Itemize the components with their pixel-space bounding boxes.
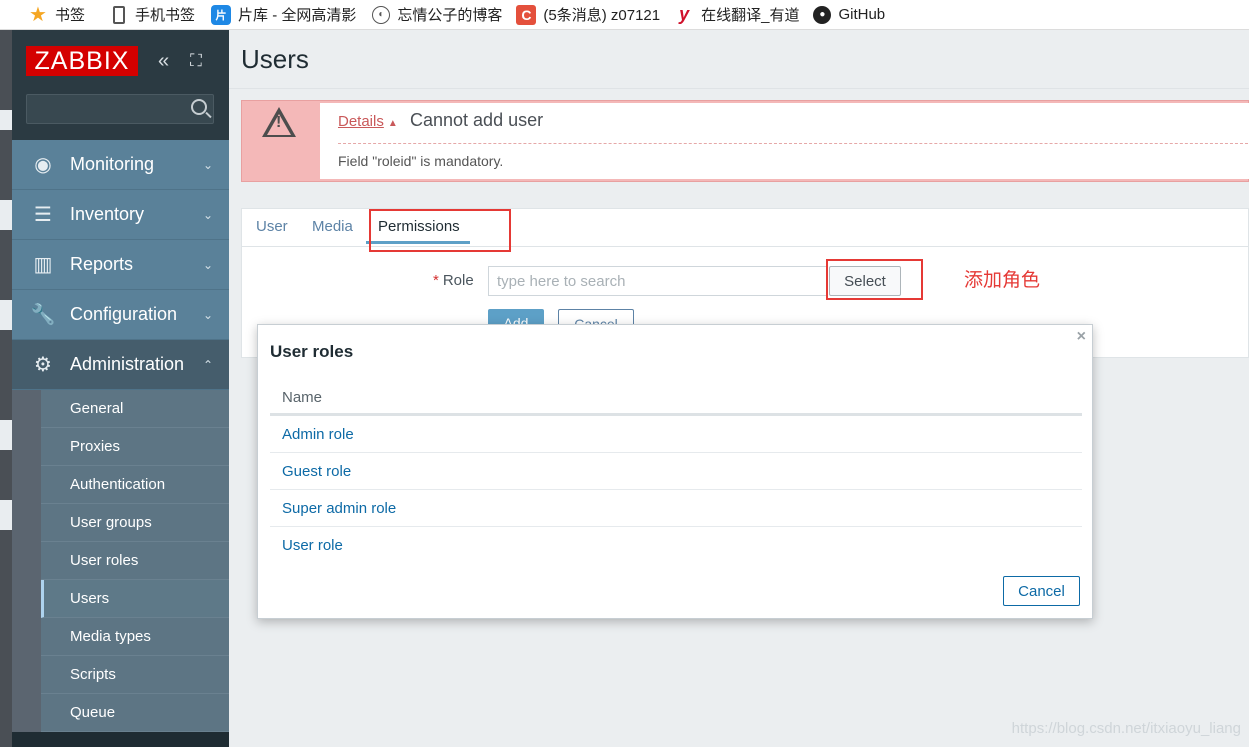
divider <box>338 143 1248 144</box>
menu-label: Monitoring <box>70 154 155 174</box>
csdn-icon: C <box>516 4 537 25</box>
submenu-media-types[interactable]: Media types <box>41 618 229 656</box>
bookmarks-bar: ★ 书签 手机书签 片 片库 - 全网高清影 ◐ 忘情公子的博客 C (5条消息… <box>0 0 1249 30</box>
chevron-down-icon: ⌄ <box>202 207 213 222</box>
menu-label: Inventory <box>70 204 145 224</box>
submenu-users[interactable]: Users <box>41 580 229 618</box>
watermark: https://blog.csdn.net/itxiaoyu_liang <box>1011 720 1241 737</box>
warning-icon: ! <box>242 101 319 181</box>
user-roles-dialog: User roles × Name Admin role Guest role … <box>257 324 1093 619</box>
column-header-name[interactable]: Name <box>270 381 1082 416</box>
menu-monitoring[interactable]: ◉ Monitoring ⌄ <box>12 140 229 190</box>
bookmark-label: 在线翻译_有道 <box>701 7 800 24</box>
window-edge <box>0 30 12 747</box>
menu-label: Configuration <box>70 304 178 324</box>
bookmark-label: GitHub <box>838 6 886 23</box>
bookmark-label: 书签 <box>55 7 86 24</box>
role-search-input[interactable]: type here to search <box>488 266 828 296</box>
bookmark-pianku[interactable]: 片 片库 - 全网高清影 <box>211 0 366 29</box>
menu-configuration[interactable]: 🔧 Configuration ⌄ <box>12 290 229 340</box>
role-label: * Role <box>433 272 474 289</box>
submenu-proxies[interactable]: Proxies <box>41 428 229 466</box>
page-header: Users <box>229 30 1249 89</box>
required-marker: * <box>433 272 439 289</box>
role-label-text: Role <box>442 272 474 289</box>
youdao-icon: y <box>679 4 690 24</box>
bookmark-label: 片库 - 全网高清影 <box>238 7 357 24</box>
table-row[interactable]: Admin role <box>270 416 1082 453</box>
tab-media[interactable]: Media <box>312 218 353 235</box>
bookmark-mobile[interactable]: 手机书签 <box>109 0 205 29</box>
kiosk-mode-icon[interactable]: ⛶ <box>190 51 202 71</box>
menu-administration[interactable]: ⚙ Administration ⌃ <box>12 340 229 390</box>
bookmark-github[interactable]: ● GitHub <box>813 0 895 29</box>
submenu-scripts[interactable]: Scripts <box>41 656 229 694</box>
gear-icon: ⚙ <box>34 354 52 376</box>
sidebar-header: ZABBIX « ⛶ <box>12 30 229 140</box>
submenu-authentication[interactable]: Authentication <box>41 466 229 504</box>
bookmark-label: 手机书签 <box>135 7 196 24</box>
highlight-permissions-tab <box>369 209 511 252</box>
table-row[interactable]: Guest role <box>270 453 1082 490</box>
wrench-icon: 🔧 <box>30 304 56 326</box>
chevron-up-icon: ⌃ <box>202 357 213 372</box>
bookmark-blog[interactable]: ◐ 忘情公子的博客 <box>372 0 512 29</box>
pianku-icon: 片 <box>211 4 232 25</box>
submenu-queue[interactable]: Queue <box>41 694 229 732</box>
bookmark-shubiao[interactable]: ★ 书签 <box>28 0 95 29</box>
error-content: Details ▲ Cannot add user Field "roleid" … <box>320 103 1249 179</box>
collapse-sidebar-icon[interactable]: « <box>158 50 169 73</box>
chevron-down-icon: ⌄ <box>202 157 213 172</box>
bookmark-youdao[interactable]: y 在线翻译_有道 <box>674 0 809 29</box>
search-icon[interactable] <box>191 99 207 115</box>
details-toggle[interactable]: Details ▲ <box>338 113 398 130</box>
table-row[interactable]: User role <box>270 527 1082 564</box>
annotation-add-role: 添加角色 <box>964 270 1041 291</box>
github-icon: ● <box>813 5 832 24</box>
zabbix-logo[interactable]: ZABBIX <box>26 46 138 76</box>
error-detail: Field "roleid" is mandatory. <box>338 153 504 169</box>
main-menu: ◉ Monitoring ⌄ ☰ Inventory ⌄ ▥ Reports ⌄… <box>12 140 229 390</box>
menu-reports[interactable]: ▥ Reports ⌄ <box>12 240 229 290</box>
submenu-general[interactable]: General <box>41 390 229 428</box>
administration-submenu: General Proxies Authentication User grou… <box>12 390 229 732</box>
bookmark-label: (5条消息) z07121 <box>543 7 661 24</box>
chevron-down-icon: ⌄ <box>202 307 213 322</box>
table-row[interactable]: Super admin role <box>270 490 1082 527</box>
menu-label: Administration <box>70 354 185 374</box>
error-message-box: ! Details ▲ Cannot add user Field "roleid… <box>241 100 1249 182</box>
eye-icon: ◉ <box>34 154 52 176</box>
star-icon: ★ <box>29 4 47 26</box>
list-icon: ☰ <box>34 204 52 226</box>
bookmark-csdn[interactable]: C (5条消息) z07121 <box>516 0 670 29</box>
close-icon[interactable]: × <box>1077 328 1086 346</box>
sidebar-search-input[interactable] <box>26 94 214 124</box>
bar-chart-icon: ▥ <box>33 254 53 276</box>
phone-icon <box>113 5 126 24</box>
error-title: Cannot add user <box>410 110 544 130</box>
submenu-user-roles[interactable]: User roles <box>41 542 229 580</box>
bookmark-label: 忘情公子的博客 <box>397 7 503 24</box>
roles-table: Name Admin role Guest role Super admin r… <box>270 381 1082 564</box>
tab-user[interactable]: User <box>256 218 288 235</box>
menu-label: Reports <box>70 254 134 274</box>
page-title: Users <box>241 44 309 74</box>
caret-up-icon: ▲ <box>387 118 398 129</box>
submenu-user-groups[interactable]: User groups <box>41 504 229 542</box>
chevron-down-icon: ⌄ <box>202 257 213 272</box>
menu-inventory[interactable]: ☰ Inventory ⌄ <box>12 190 229 240</box>
details-label: Details <box>338 113 384 130</box>
sidebar: ZABBIX « ⛶ ◉ Monitoring ⌄ ☰ Inventory ⌄ … <box>12 30 229 747</box>
globe-icon: ◐ <box>372 5 391 24</box>
dialog-cancel-button[interactable]: Cancel <box>1003 576 1080 606</box>
role-placeholder: type here to search <box>497 272 626 290</box>
highlight-select-button <box>826 259 923 300</box>
dialog-title: User roles <box>270 342 354 361</box>
